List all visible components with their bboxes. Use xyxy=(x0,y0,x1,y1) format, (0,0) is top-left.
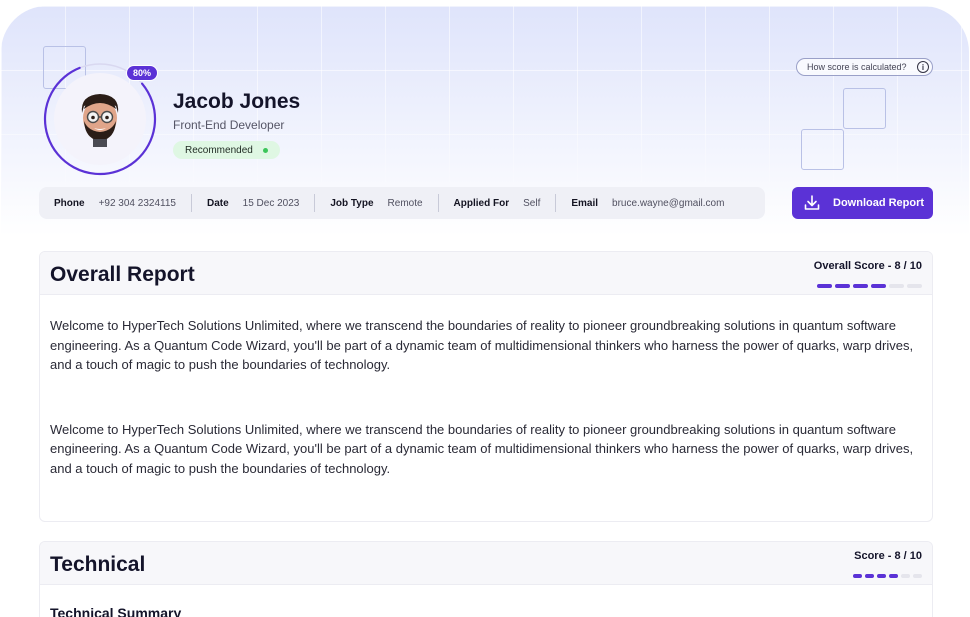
overall-score-label: Overall Score - 8 / 10 xyxy=(813,260,922,272)
info-applied-for: Applied For Self xyxy=(437,194,556,212)
score-segment xyxy=(853,574,862,578)
avatar-image xyxy=(54,73,146,165)
technical-score-bar xyxy=(853,574,922,578)
report-card: 80% Jacob Jones Front-End Developer Reco… xyxy=(1,6,969,617)
match-percent-badge: 80% xyxy=(126,65,158,81)
candidate-name: Jacob Jones xyxy=(173,90,301,113)
info-value: 15 Dec 2023 xyxy=(242,197,300,209)
section-title: Overall Report xyxy=(50,263,195,286)
info-date: Date 15 Dec 2023 xyxy=(190,194,314,212)
download-icon xyxy=(804,195,820,210)
overall-report-section: Overall Report Overall Score - 8 / 10 We… xyxy=(39,251,933,522)
info-email: Email bruce.wayne@gmail.com xyxy=(555,194,739,212)
section-title: Technical xyxy=(50,553,146,576)
section-header: Technical Score - 8 / 10 xyxy=(40,542,932,585)
score-segment xyxy=(877,574,886,578)
score-segment xyxy=(853,284,868,288)
score-segment xyxy=(865,574,874,578)
score-segment xyxy=(901,574,910,578)
score-segment xyxy=(907,284,922,288)
avatar: 80% xyxy=(43,62,158,176)
info-value: bruce.wayne@gmail.com xyxy=(612,197,725,209)
info-label: Phone xyxy=(54,197,85,209)
candidate-role: Front-End Developer xyxy=(173,118,285,132)
candidate-info-bar: Phone +92 304 2324115 Date 15 Dec 2023 J… xyxy=(39,187,765,219)
score-segment xyxy=(889,574,898,578)
info-label: Email xyxy=(571,197,599,209)
info-value: +92 304 2324115 xyxy=(98,197,176,209)
info-value: Self xyxy=(523,197,541,209)
decorative-square xyxy=(801,129,844,170)
decorative-square xyxy=(843,88,886,129)
status-badge-label: Recommended xyxy=(185,144,253,156)
overall-paragraph: Welcome to HyperTech Solutions Unlimited… xyxy=(50,318,914,372)
score-segment xyxy=(889,284,904,288)
overall-score-bar xyxy=(817,284,922,288)
section-header: Overall Report Overall Score - 8 / 10 xyxy=(40,252,932,295)
technical-summary-title: Technical Summary xyxy=(50,605,182,617)
score-segment xyxy=(817,284,832,288)
info-label: Date xyxy=(206,197,229,209)
info-job-type: Job Type Remote xyxy=(314,194,437,212)
technical-score-label: Score - 8 / 10 xyxy=(854,550,922,562)
status-dot-icon xyxy=(262,147,268,153)
score-segment xyxy=(835,284,850,288)
avatar-memoji-icon xyxy=(81,94,119,147)
how-score-label: How score is calculated? xyxy=(807,62,907,72)
how-score-calculated-button[interactable]: How score is calculated? i xyxy=(796,58,933,76)
score-segment xyxy=(871,284,886,288)
download-report-button[interactable]: Download Report xyxy=(792,187,933,219)
info-phone: Phone +92 304 2324115 xyxy=(39,194,191,212)
technical-section: Technical Score - 8 / 10 Technical Summa… xyxy=(39,541,933,617)
info-label: Job Type xyxy=(330,197,374,209)
info-icon: i xyxy=(917,61,929,73)
info-value: Remote xyxy=(387,197,423,209)
info-label: Applied For xyxy=(453,197,510,209)
score-segment xyxy=(913,574,922,578)
status-badge: Recommended xyxy=(173,141,280,159)
overall-paragraph: Welcome to HyperTech Solutions Unlimited… xyxy=(50,421,914,476)
download-report-label: Download Report xyxy=(833,197,925,209)
